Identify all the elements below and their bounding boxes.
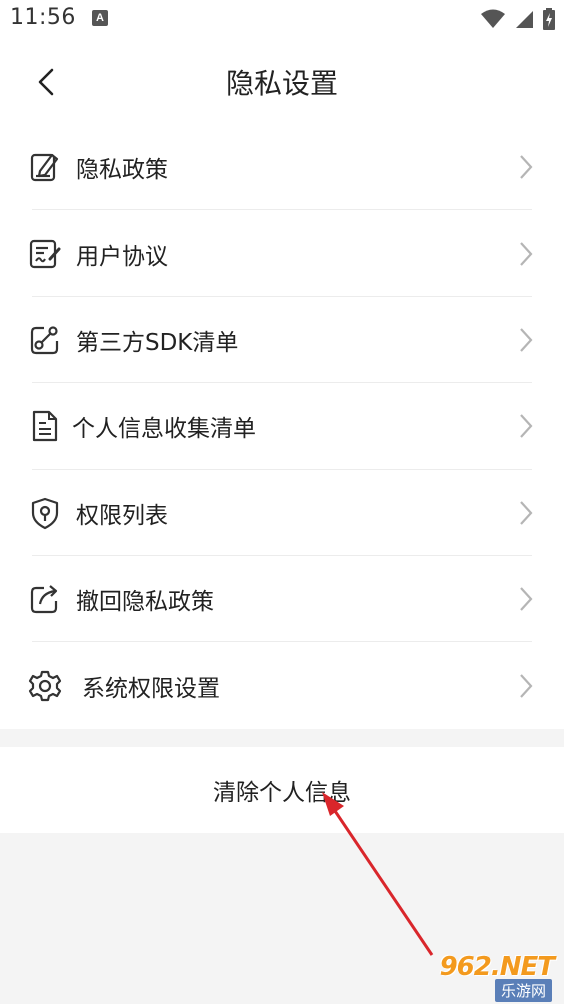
- status-time: 11:56: [10, 5, 76, 30]
- page-title: 隐私设置: [225, 67, 338, 100]
- menu-item-label: 撤回隐私政策: [76, 589, 214, 616]
- signal-icon: [516, 11, 533, 28]
- menu-item-label: 隐私政策: [76, 157, 168, 184]
- title-bar: 隐私设置: [0, 40, 564, 124]
- wifi-icon: [481, 9, 505, 28]
- system-icons: [480, 8, 556, 30]
- share-link-icon: [30, 326, 59, 355]
- menu-item-third-party-sdk[interactable]: 第三方SDK清单: [0, 297, 564, 384]
- menu-item-label: 系统权限设置: [82, 675, 220, 702]
- menu-item-privacy-policy[interactable]: 隐私政策: [0, 124, 564, 211]
- chevron-right-icon: [520, 414, 533, 439]
- gear-icon: [28, 670, 62, 701]
- chevron-right-icon: [520, 241, 533, 266]
- watermark-text: 962.NET: [439, 952, 555, 982]
- menu-item-user-agreement[interactable]: 用户协议: [0, 210, 564, 297]
- menu-item-permission-list[interactable]: 权限列表: [0, 470, 564, 556]
- menu-item-label: 第三方SDK清单: [76, 329, 239, 356]
- header-area: 11:56 A 隐私设置: [0, 0, 564, 124]
- clear-personal-info-label: 清除个人信息: [213, 779, 351, 806]
- section-gap: [0, 728, 564, 747]
- chevron-right-icon: [520, 155, 533, 179]
- signed-document-icon: [29, 239, 61, 268]
- clear-personal-info-button[interactable]: 清除个人信息: [0, 746, 564, 833]
- file-list-icon: [32, 411, 58, 442]
- chevron-right-icon: [520, 587, 533, 611]
- shield-location-icon: [31, 497, 59, 529]
- revoke-share-icon: [30, 585, 58, 614]
- menu-item-label: 个人信息收集清单: [72, 416, 256, 443]
- menu-item-label: 用户协议: [76, 243, 168, 270]
- battery-icon: [543, 8, 555, 30]
- menu-item-label: 权限列表: [76, 502, 168, 529]
- menu-item-personal-info-list[interactable]: 个人信息收集清单: [0, 383, 564, 470]
- chevron-right-icon: [520, 328, 533, 352]
- watermark-logo: 962.NET 乐游网: [428, 952, 558, 1002]
- settings-menu: 隐私政策 用户协议 第三方SDK清单 个人信息收集清单 权限列表 撤回隐私政策 …: [0, 124, 564, 729]
- status-bar: 11:56 A: [0, 0, 564, 40]
- notification-icon: A: [92, 10, 108, 26]
- watermark-subtext: 乐游网: [494, 979, 552, 1002]
- menu-item-revoke-privacy[interactable]: 撤回隐私政策: [0, 556, 564, 643]
- menu-item-system-permissions[interactable]: 系统权限设置: [0, 642, 564, 728]
- chevron-right-icon: [520, 501, 533, 525]
- edit-document-icon: [30, 154, 59, 182]
- chevron-right-icon: [520, 673, 533, 698]
